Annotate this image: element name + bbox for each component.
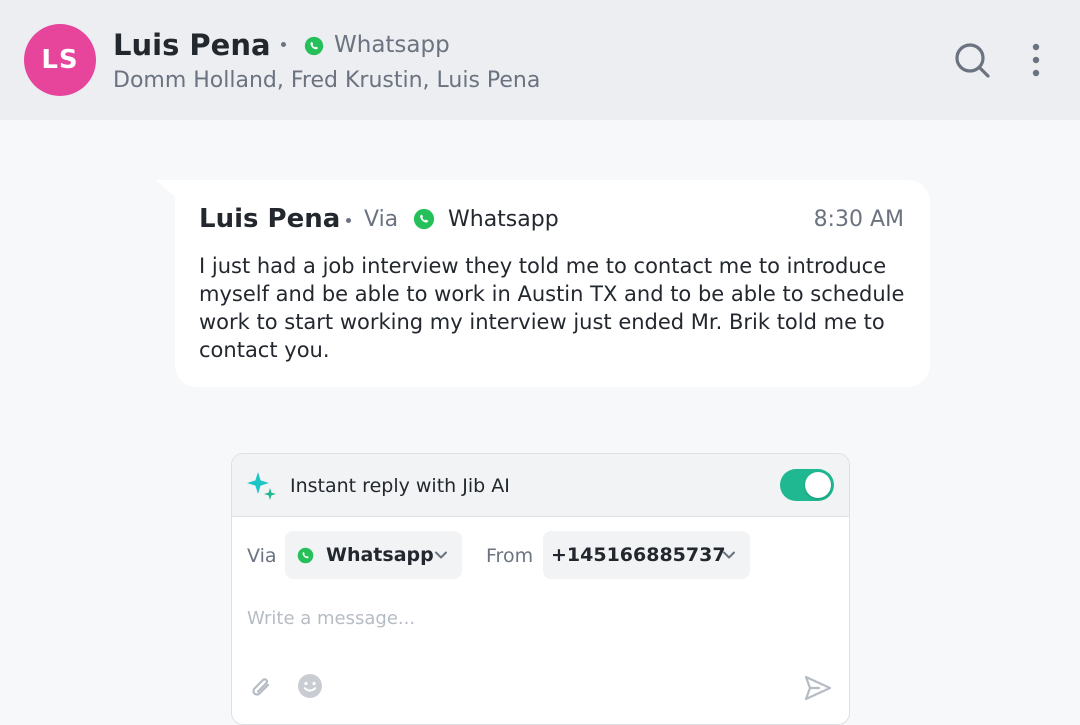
- message-channel: Whatsapp: [448, 207, 559, 232]
- ai-reply-bar: Instant reply with Jib AI: [232, 454, 849, 517]
- ai-reply-toggle[interactable]: [780, 469, 834, 501]
- message-sender: Luis Pena: [199, 204, 341, 234]
- contact-name: Luis Pena: [113, 28, 271, 62]
- via-label: Via: [247, 545, 277, 567]
- whatsapp-icon: [297, 547, 314, 564]
- from-number-select[interactable]: +145166885737: [543, 531, 750, 579]
- chevron-down-icon: [723, 551, 735, 559]
- more-vertical-icon[interactable]: [1024, 40, 1048, 80]
- conversation-header: LS Luis Pena Whatsapp Domm Holland, Fred…: [0, 0, 1080, 120]
- paperclip-icon[interactable]: [248, 674, 276, 702]
- emoji-icon[interactable]: [296, 672, 324, 700]
- channel-select[interactable]: Whatsapp: [285, 531, 462, 579]
- sparkle-icon: [247, 472, 276, 500]
- whatsapp-icon: [304, 36, 324, 56]
- whatsapp-icon: [413, 208, 435, 230]
- chevron-down-icon: [435, 551, 447, 559]
- ai-reply-label: Instant reply with Jib AI: [290, 475, 510, 497]
- message-timestamp: 8:30 AM: [813, 207, 904, 232]
- search-icon[interactable]: [952, 40, 992, 80]
- separator-dot: [281, 42, 286, 47]
- from-number-value: +145166885737: [551, 544, 726, 566]
- message-input[interactable]: [247, 604, 827, 632]
- message-text: I just had a job interview they told me …: [199, 254, 905, 362]
- from-label: From: [486, 545, 534, 567]
- avatar[interactable]: LS: [24, 24, 96, 96]
- bubble-tail: [155, 180, 177, 198]
- send-icon[interactable]: [804, 675, 832, 701]
- participants-list: Domm Holland, Fred Krustin, Luis Pena: [113, 68, 541, 93]
- message-via-label: Via: [364, 207, 399, 232]
- channel-select-value: Whatsapp: [326, 544, 434, 566]
- toggle-knob: [805, 472, 831, 498]
- message-bubble: Luis Pena Via Whatsapp 8:30 AM I just ha…: [175, 180, 930, 387]
- reply-composer: Instant reply with Jib AI Via Whatsapp F…: [231, 453, 850, 725]
- channel-name: Whatsapp: [334, 32, 450, 58]
- separator-dot: [346, 218, 351, 223]
